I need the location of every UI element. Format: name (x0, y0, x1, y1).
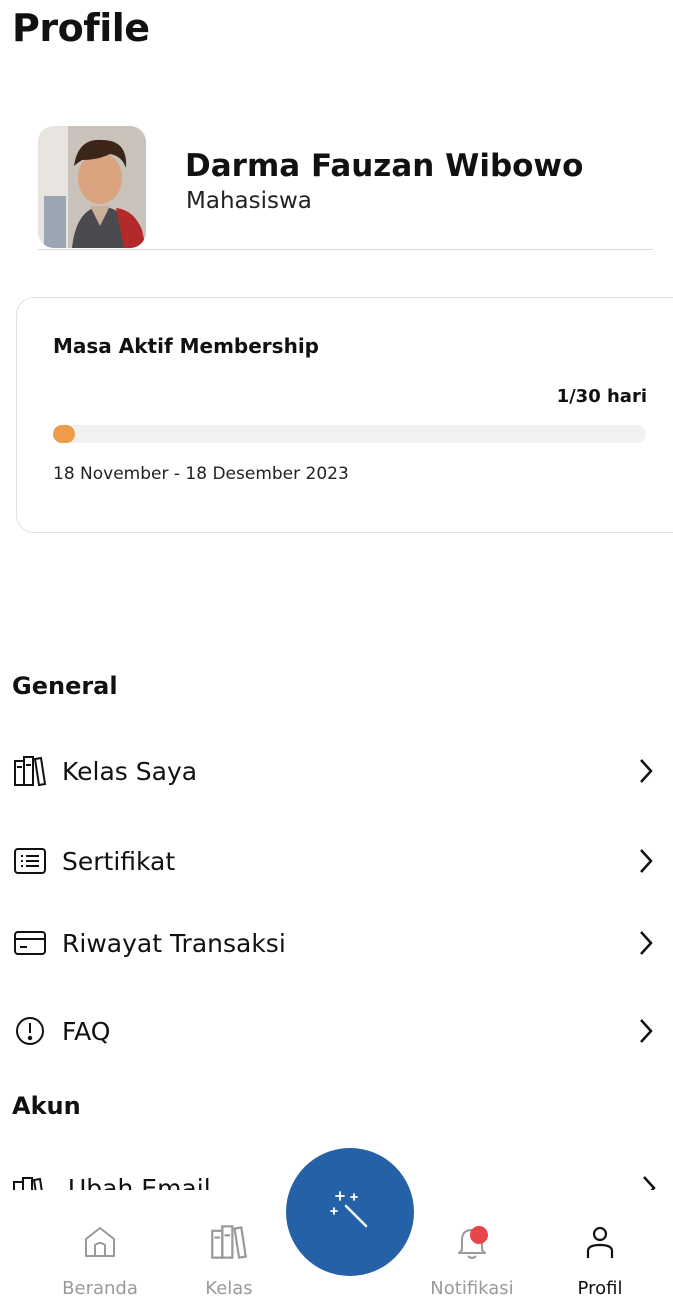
menu-item-faq[interactable]: FAQ (12, 1006, 657, 1056)
nav-label: Kelas (205, 1278, 253, 1299)
nav-item-beranda[interactable]: Beranda (45, 1220, 155, 1299)
chevron-right-icon (635, 1016, 657, 1046)
menu-item-label: Kelas Saya (62, 756, 198, 786)
nav-item-notifikasi[interactable]: Notifikasi (417, 1220, 527, 1299)
membership-days: 1/30 hari (556, 386, 647, 407)
membership-card: Masa Aktif Membership 1/30 hari 18 Novem… (16, 297, 673, 533)
nav-label: Notifikasi (430, 1278, 514, 1299)
info-circle-icon (12, 1013, 48, 1049)
membership-progress-fill (53, 425, 75, 443)
certificate-icon (12, 843, 48, 879)
bell-icon (450, 1220, 494, 1264)
nav-label: Profil (577, 1278, 623, 1299)
profile-role: Mahasiswa (186, 188, 312, 214)
membership-title: Masa Aktif Membership (53, 334, 319, 358)
chevron-right-icon (635, 928, 657, 958)
menu-item-riwayat-transaksi[interactable]: Riwayat Transaksi (12, 918, 657, 968)
home-icon (78, 1220, 122, 1264)
menu-item-sertifikat[interactable]: Sertifikat (12, 836, 657, 886)
user-icon (578, 1220, 622, 1264)
section-title-akun: Akun (12, 1092, 81, 1120)
chevron-right-icon (635, 756, 657, 786)
profile-header[interactable]: Darma Fauzan Wibowo Mahasiswa (38, 126, 653, 250)
profile-name: Darma Fauzan Wibowo (185, 148, 584, 184)
page-title: Profile (12, 6, 150, 50)
membership-progress-track (53, 425, 646, 443)
books-icon (12, 753, 48, 789)
books-icon (207, 1220, 251, 1264)
membership-period: 18 November - 18 Desember 2023 (53, 464, 349, 484)
magic-wand-icon (328, 1188, 372, 1236)
section-title-general: General (12, 672, 118, 700)
chevron-right-icon (635, 846, 657, 876)
menu-item-label: FAQ (62, 1016, 111, 1046)
avatar (38, 126, 146, 248)
card-icon (12, 925, 48, 961)
menu-item-label: Sertifikat (62, 846, 176, 876)
nav-label: Beranda (62, 1278, 138, 1299)
menu-item-kelas-saya[interactable]: Kelas Saya (12, 746, 657, 796)
magic-action-button[interactable] (286, 1148, 414, 1276)
nav-item-profil[interactable]: Profil (545, 1220, 655, 1299)
menu-item-label: Riwayat Transaksi (62, 928, 286, 958)
nav-item-kelas[interactable]: Kelas (174, 1220, 284, 1299)
